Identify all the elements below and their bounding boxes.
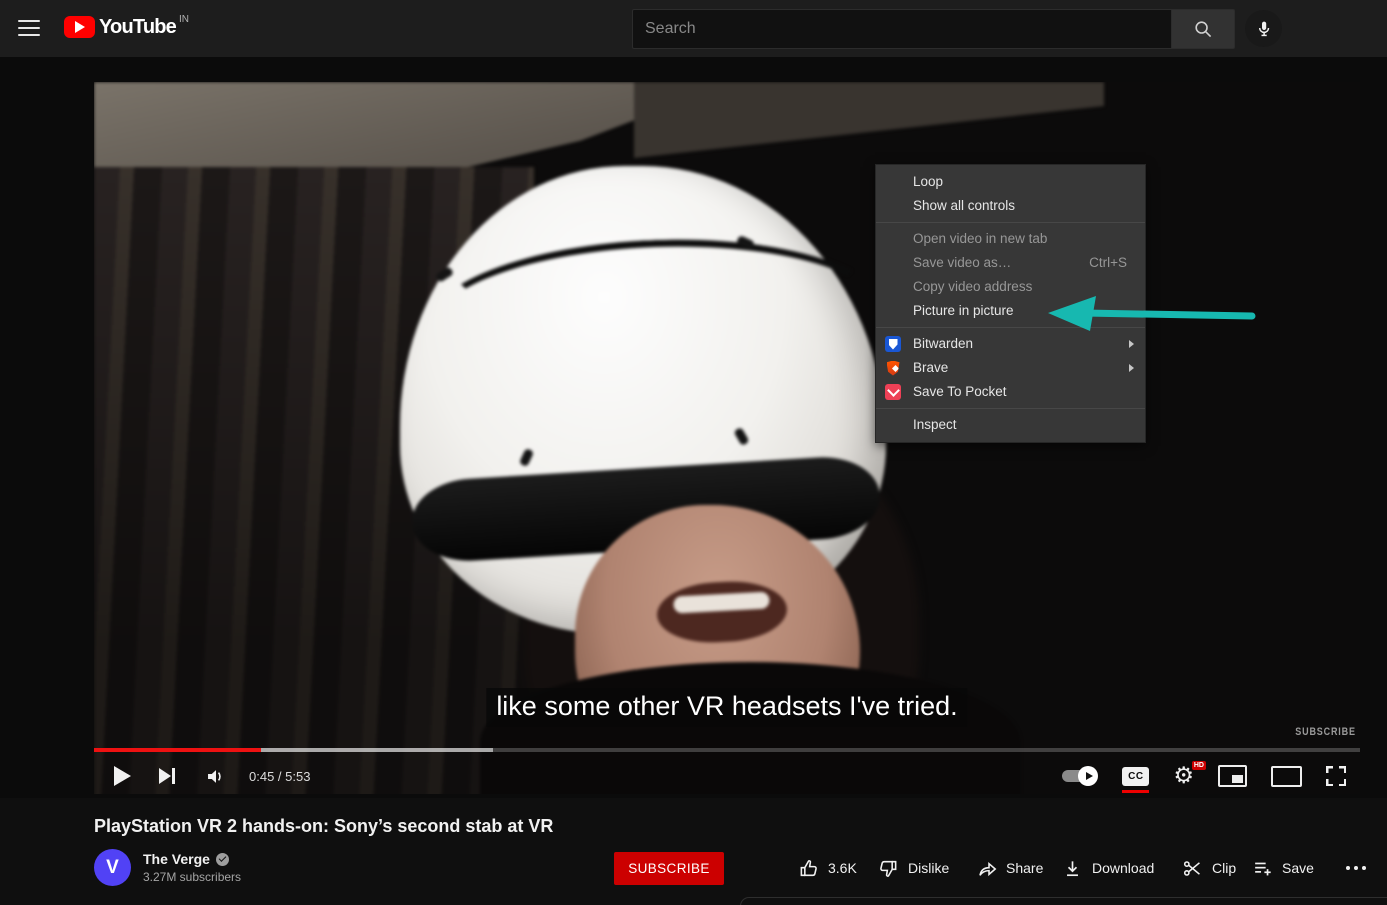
pocket-icon — [885, 384, 901, 400]
player-stage: like some other VR headsets I've tried. … — [0, 57, 1387, 798]
context-menu: Loop Show all controls Open video in new… — [875, 164, 1146, 443]
miniplayer-button[interactable] — [1218, 765, 1247, 787]
settings-button[interactable]: ⚙ HD — [1173, 765, 1194, 788]
menu-item-brave[interactable]: Brave — [876, 356, 1145, 380]
menu-item-open-video-new-tab: Open video in new tab — [876, 227, 1145, 251]
search-button[interactable] — [1171, 9, 1235, 49]
video-player[interactable]: like some other VR headsets I've tried. … — [94, 82, 1360, 794]
shortcut-label: Ctrl+S — [1089, 251, 1127, 275]
thumbs-down-icon — [878, 858, 899, 879]
autoplay-knob-icon — [1078, 766, 1098, 786]
time-display: 0:45 / 5:53 — [249, 769, 310, 784]
progress-played — [94, 748, 261, 752]
menu-item-save-video-as: Save video as… Ctrl+S — [876, 251, 1145, 275]
theater-mode-button[interactable] — [1271, 766, 1302, 787]
voice-search-button[interactable] — [1245, 10, 1282, 47]
clip-button[interactable]: Clip — [1182, 850, 1236, 886]
submenu-caret-icon — [1129, 364, 1134, 372]
next-button[interactable] — [159, 768, 175, 784]
playlist-add-icon — [1252, 858, 1273, 879]
bitwarden-icon — [885, 336, 901, 352]
action-bar: 3.6K Dislike Share Download — [0, 850, 1387, 886]
player-controls-right: CC ⚙ HD — [1062, 758, 1346, 794]
hamburger-menu-icon[interactable] — [18, 20, 40, 36]
play-button[interactable] — [114, 766, 131, 786]
submenu-caret-icon — [1129, 340, 1134, 348]
subtitles-button[interactable]: CC — [1122, 767, 1149, 786]
clip-label: Clip — [1212, 860, 1236, 876]
autoplay-toggle[interactable] — [1062, 769, 1098, 783]
menu-item-show-all-controls[interactable]: Show all controls — [876, 194, 1145, 218]
gear-icon: ⚙ — [1173, 763, 1194, 789]
menu-separator — [876, 408, 1145, 409]
channel-watermark[interactable]: SUBSCRIBE — [1295, 726, 1356, 738]
search-input[interactable] — [632, 9, 1171, 49]
cc-icon: CC — [1128, 771, 1143, 782]
search-bar — [632, 9, 1235, 49]
thumbs-up-icon — [798, 858, 819, 879]
progress-bar[interactable] — [94, 748, 1360, 752]
closed-caption-text: like some other VR headsets I've tried. — [486, 688, 967, 727]
menu-item-copy-video-address: Copy video address — [876, 275, 1145, 299]
menu-item-bitwarden[interactable]: Bitwarden — [876, 332, 1145, 356]
save-label: Save — [1282, 860, 1314, 876]
share-button[interactable]: Share — [976, 850, 1043, 886]
like-count: 3.6K — [828, 860, 857, 876]
like-button[interactable]: 3.6K — [798, 850, 857, 886]
dislike-label: Dislike — [908, 860, 949, 876]
download-label: Download — [1092, 860, 1154, 876]
region-code: IN — [179, 14, 189, 25]
search-icon — [1193, 19, 1213, 39]
download-icon — [1062, 858, 1083, 879]
youtube-watch-page: YouTube IN — [0, 0, 1387, 905]
download-button[interactable]: Download — [1062, 850, 1154, 886]
menu-item-inspect[interactable]: Inspect — [876, 413, 1145, 437]
youtube-logo[interactable]: YouTube IN — [64, 16, 189, 38]
top-header: YouTube IN — [0, 0, 1387, 57]
player-controls-left: 0:45 / 5:53 — [114, 758, 310, 794]
fullscreen-button[interactable] — [1326, 766, 1346, 786]
hd-quality-badge: HD — [1192, 761, 1206, 770]
video-title: PlayStation VR 2 hands-on: Sony’s second… — [94, 816, 1054, 837]
menu-item-save-to-pocket[interactable]: Save To Pocket — [876, 380, 1145, 404]
save-button[interactable]: Save — [1252, 850, 1314, 886]
menu-item-loop[interactable]: Loop — [876, 170, 1145, 194]
youtube-play-icon — [64, 16, 95, 38]
speaker-icon — [205, 768, 227, 785]
description-box-edge — [740, 897, 1387, 905]
menu-item-picture-in-picture[interactable]: Picture in picture — [876, 299, 1145, 323]
brave-icon — [885, 360, 901, 376]
scene-ceiling-right — [634, 82, 1104, 162]
mic-icon — [1254, 19, 1274, 39]
volume-button[interactable] — [205, 768, 227, 785]
scissors-icon — [1182, 858, 1203, 879]
dislike-button[interactable]: Dislike — [878, 850, 949, 886]
share-label: Share — [1006, 860, 1043, 876]
more-options-icon[interactable] — [1346, 866, 1350, 870]
menu-separator — [876, 327, 1145, 328]
menu-separator — [876, 222, 1145, 223]
share-icon — [976, 858, 997, 879]
youtube-wordmark: YouTube — [99, 16, 176, 38]
